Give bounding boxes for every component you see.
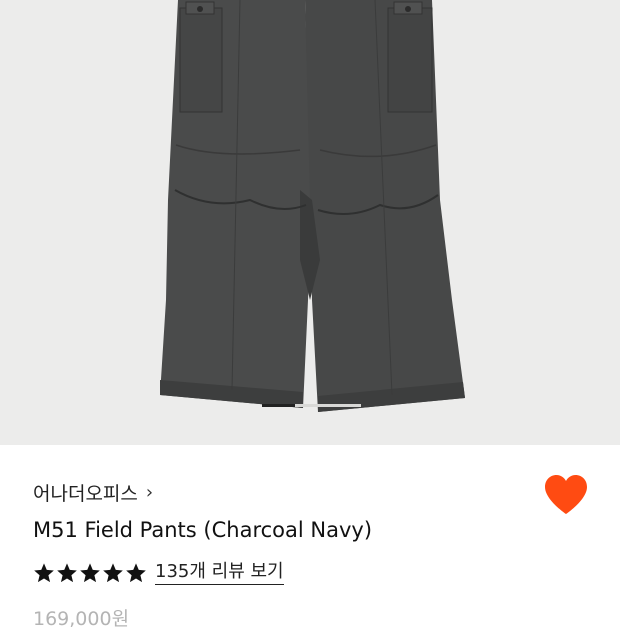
product-image-carousel[interactable]: [0, 0, 620, 445]
rating-stars: [33, 562, 147, 584]
carousel-indicator: [262, 404, 362, 408]
star-icon: [57, 563, 77, 583]
brand-link[interactable]: 어나더오피스 ›: [33, 478, 153, 506]
product-price: 169,000원: [33, 608, 130, 630]
reviews-link[interactable]: 135개 리뷰 보기: [155, 561, 284, 585]
product-image: [160, 0, 465, 412]
carousel-dot-active[interactable]: [262, 404, 295, 407]
star-icon: [126, 563, 146, 583]
star-icon: [103, 563, 123, 583]
chevron-right-icon: ›: [145, 481, 154, 503]
product-title: M51 Field Pants (Charcoal Navy): [33, 518, 373, 542]
star-icon: [34, 563, 54, 583]
rating-row: 135개 리뷰 보기: [33, 558, 284, 588]
brand-name: 어나더오피스: [33, 482, 138, 505]
carousel-dot[interactable]: [328, 404, 361, 407]
carousel-dot[interactable]: [295, 404, 328, 407]
heart-icon[interactable]: [543, 474, 589, 516]
star-icon: [80, 563, 100, 583]
